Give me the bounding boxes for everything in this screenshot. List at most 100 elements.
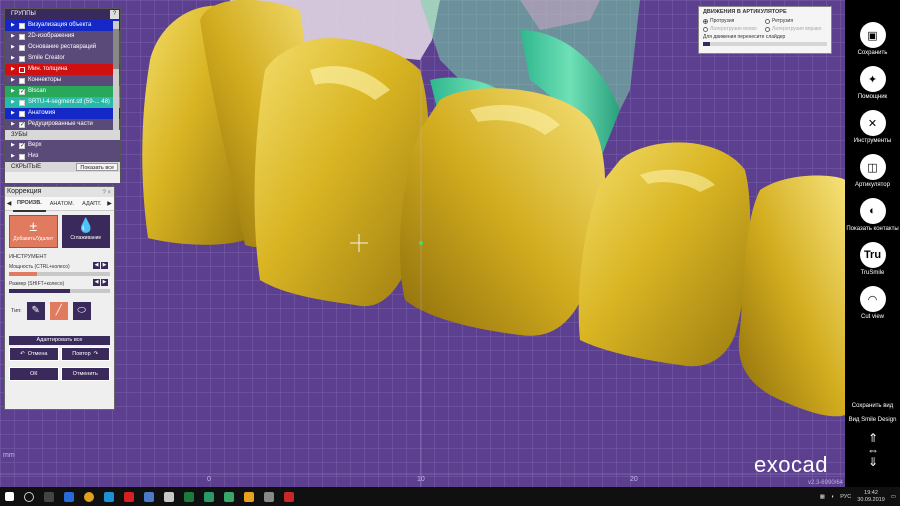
teeth-model[interactable] <box>0 0 845 487</box>
visibility-checkbox[interactable] <box>19 44 25 51</box>
ok-button[interactable]: ОК <box>9 367 59 381</box>
visibility-checkbox[interactable] <box>19 66 25 73</box>
expand-arrow-icon[interactable]: ▶ <box>11 140 16 151</box>
visibility-checkbox[interactable] <box>19 99 25 106</box>
chrome-icon[interactable] <box>84 491 94 502</box>
tab-adapt[interactable]: АДАПТ. <box>78 197 105 211</box>
group-row[interactable]: ▶ Редуцированные части <box>5 119 120 130</box>
expand-arrow-icon[interactable]: ▶ <box>11 64 16 75</box>
adapt-all-button[interactable]: Адаптировать все <box>9 336 110 345</box>
group-row[interactable]: ▶ Визуализация объекта <box>5 20 120 31</box>
network-icon[interactable]: ▦ <box>820 494 825 500</box>
task-view-icon[interactable] <box>44 491 54 502</box>
app-blue-icon[interactable] <box>144 491 154 502</box>
teeth-row[interactable]: ▶ Верх <box>5 140 120 151</box>
articulator-radio[interactable]: Протрузия <box>703 18 765 24</box>
expand-arrow-icon[interactable]: ▶ <box>11 97 16 108</box>
search-icon[interactable] <box>24 491 34 502</box>
tab-anatomic[interactable]: АНАТОМ. <box>46 197 78 211</box>
group-row[interactable]: ▶ 2D-изображения <box>5 31 120 42</box>
visibility-checkbox[interactable] <box>19 77 25 84</box>
expand-arrow-icon[interactable]: ▶ <box>11 20 16 31</box>
smile-design-view-button[interactable]: Вид Smile Design <box>845 417 900 423</box>
cancel-button[interactable]: Отменить <box>60 367 110 381</box>
expand-arrow-icon[interactable]: ▶ <box>11 42 16 53</box>
app-green2-icon[interactable] <box>224 491 234 502</box>
group-row[interactable]: ▶ Мин. толщина <box>5 64 120 75</box>
tab-free-form[interactable]: ПРОИЗВ. <box>13 196 46 212</box>
cut-view-button[interactable]: ◠ Cut view <box>845 286 900 320</box>
wizard-button[interactable]: ✦ Помощник <box>845 66 900 100</box>
visibility-checkbox[interactable] <box>19 55 25 62</box>
show-all-button[interactable]: Показать все <box>76 163 118 171</box>
articulator-slider-thumb[interactable] <box>703 42 710 46</box>
group-row[interactable]: ▶ Blscan <box>5 86 120 97</box>
visibility-checkbox[interactable] <box>19 153 25 160</box>
windows-start-icon[interactable] <box>5 492 14 501</box>
app-grey-icon[interactable] <box>264 491 274 502</box>
tabs-prev-icon[interactable]: ◀ <box>5 200 13 207</box>
radio-icon[interactable] <box>765 18 770 24</box>
group-row[interactable]: ▶ Основание реставраций <box>5 42 120 53</box>
size-decrease-icon[interactable]: ◀ <box>93 279 100 286</box>
skype-icon[interactable] <box>104 491 114 502</box>
trusmile-button[interactable]: Tru TruSmile <box>845 242 900 276</box>
radio-icon[interactable] <box>703 18 708 24</box>
group-scrollbar-thumb[interactable] <box>113 29 119 69</box>
acrobat-icon[interactable] <box>284 491 294 502</box>
contacts-button[interactable]: ◐ Показать контакты <box>845 198 900 232</box>
app-green-icon[interactable] <box>204 491 214 502</box>
group-row[interactable]: ▶ Smile Creator <box>5 53 120 64</box>
expand-arrow-icon[interactable]: ▶ <box>11 151 16 162</box>
group-row[interactable]: ▶ Анатомия <box>5 108 120 119</box>
articulator-radio[interactable]: Ретрузия <box>765 18 827 24</box>
clock[interactable]: 19:42 30.09.2019 <box>857 490 885 504</box>
brush-type-2-icon[interactable]: ╱ <box>49 302 68 320</box>
visibility-checkbox[interactable] <box>19 121 25 128</box>
folder-icon[interactable] <box>244 491 254 502</box>
smoothing-button[interactable]: 💧 Сглаживание <box>61 215 110 248</box>
teeth-header[interactable]: ЗУБЫ <box>5 130 120 140</box>
expand-arrow-icon[interactable]: ▶ <box>11 119 16 130</box>
notifications-icon[interactable]: ▭ <box>891 494 896 500</box>
cylinder-type-icon[interactable]: ⬭ <box>72 302 91 320</box>
tools-button[interactable]: ✕ Инструменты <box>845 110 900 144</box>
group-row[interactable]: ▶ Коннекторы <box>5 75 120 86</box>
visibility-checkbox[interactable] <box>19 110 25 117</box>
undo-button[interactable]: ↶ Отмена <box>9 347 59 361</box>
group-row[interactable]: ▶ SRTU-4-segment.stl (59-... 48) <box>5 97 120 108</box>
tabs-next-icon[interactable]: ▶ <box>106 200 114 207</box>
photos-icon[interactable] <box>164 491 174 502</box>
expand-arrow-icon[interactable]: ▶ <box>11 108 16 119</box>
app-red-icon[interactable] <box>124 491 134 502</box>
groups-header[interactable]: ГРУППЫ ? <box>5 9 120 20</box>
articulator-slider[interactable] <box>703 42 827 46</box>
correction-title-buttons[interactable]: ? × <box>102 188 111 198</box>
3d-viewport[interactable]: mm 0 10 20 exocad v2.3-6990/64 <box>0 0 845 487</box>
expand-arrow-icon[interactable]: ▶ <box>11 53 16 64</box>
strength-increase-icon[interactable]: ▶ <box>101 262 108 269</box>
expand-arrow-icon[interactable]: ▶ <box>11 31 16 42</box>
visibility-checkbox[interactable] <box>19 22 25 29</box>
strength-slider[interactable] <box>9 272 110 276</box>
size-slider[interactable] <box>9 289 110 293</box>
add-remove-button[interactable]: ± Добавить/Удалит <box>9 215 58 248</box>
hidden-header[interactable]: СКРЫТЫЕ Показать все <box>5 162 120 172</box>
teeth-row[interactable]: ▶ Низ <box>5 151 120 162</box>
volume-icon[interactable]: ◖ <box>831 494 834 500</box>
strength-decrease-icon[interactable]: ◀ <box>93 262 100 269</box>
redo-button[interactable]: Повтор ↷ <box>60 347 110 361</box>
visibility-checkbox[interactable] <box>19 142 25 149</box>
save-view-button[interactable]: Сохранить вид <box>845 403 900 409</box>
view-navigation-arrows-icon[interactable]: ⇑ ⇔ ⇓ <box>858 432 888 472</box>
visibility-checkbox[interactable] <box>19 88 25 95</box>
expand-arrow-icon[interactable]: ▶ <box>11 86 16 97</box>
articulator-button[interactable]: ◫ Артикулятор <box>845 154 900 188</box>
excel-icon[interactable] <box>184 491 194 502</box>
brush-type-1-icon[interactable]: ✎ <box>26 302 45 320</box>
exocad-taskbar-icon[interactable] <box>64 491 74 502</box>
save-button[interactable]: ▣ Сохранить <box>845 22 900 56</box>
visibility-checkbox[interactable] <box>19 33 25 40</box>
expand-arrow-icon[interactable]: ▶ <box>11 75 16 86</box>
language-indicator[interactable]: РУС <box>840 494 851 500</box>
